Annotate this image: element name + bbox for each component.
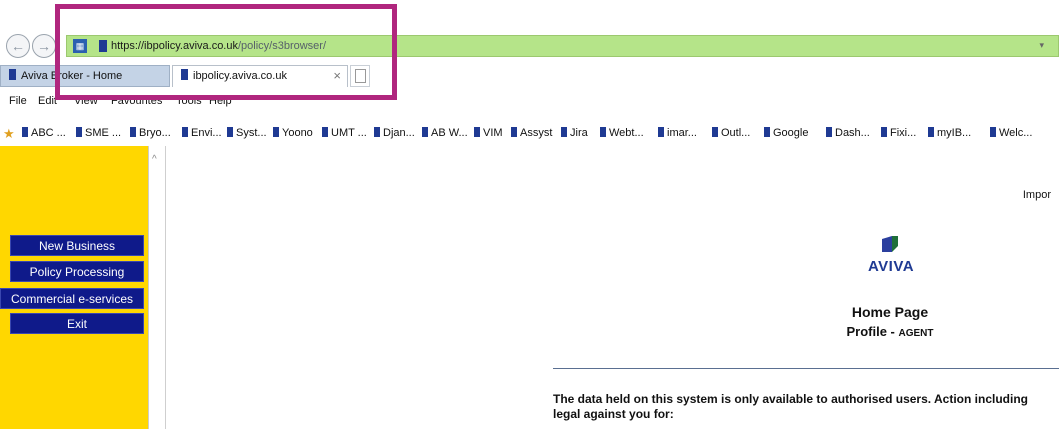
fav-item[interactable]: Google [764, 127, 808, 139]
fav-item[interactable]: VIM [474, 127, 503, 139]
fav-item[interactable]: Syst... [227, 127, 267, 139]
fav-icon [658, 127, 664, 137]
fav-item[interactable]: Dash... [826, 127, 870, 139]
aviva-brand-text: AVIVA [867, 258, 915, 275]
fav-item[interactable]: Outl... [712, 127, 750, 139]
fav-item[interactable]: Fixi... [881, 127, 916, 139]
forward-icon[interactable]: → [32, 34, 56, 58]
important-link[interactable]: Impor [1023, 189, 1051, 201]
profile-label: Profile - [846, 324, 899, 339]
policy-processing-button[interactable]: Policy Processing [10, 261, 144, 282]
fav-icon [764, 127, 770, 137]
fav-item[interactable]: Webt... [600, 127, 644, 139]
fav-item[interactable]: Welc... [990, 127, 1032, 139]
fav-icon [990, 127, 996, 137]
fav-icon [182, 127, 188, 137]
fav-icon [374, 127, 380, 137]
browser-chrome: ← → ▦ https://ibpolicy.aviva.co.uk/polic… [0, 0, 1059, 146]
aviva-logo-icon [882, 236, 898, 252]
fav-icon [22, 127, 28, 137]
fav-item[interactable]: UMT ... [322, 127, 367, 139]
fav-icon [422, 127, 428, 137]
fav-icon [511, 127, 517, 137]
fav-icon [928, 127, 934, 137]
sidebar-scrollbar[interactable]: ^ [148, 146, 166, 429]
legal-notice: The data held on this system is only ava… [553, 392, 1028, 421]
page-title: Home Page [851, 304, 929, 320]
fav-icon [322, 127, 328, 137]
fav-icon [130, 127, 136, 137]
fav-icon [227, 127, 233, 137]
fav-item[interactable]: ABC ... [22, 127, 66, 139]
address-dropdown-icon[interactable]: ▾ [1039, 40, 1044, 51]
fav-icon [76, 127, 82, 137]
fav-icon [561, 127, 567, 137]
fav-item[interactable]: myIB... [928, 127, 971, 139]
fav-icon [474, 127, 480, 137]
divider [553, 368, 1059, 369]
fav-item[interactable]: Djan... [374, 127, 415, 139]
tab-favicon-icon [9, 69, 16, 80]
fav-item[interactable]: AB W... [422, 127, 468, 139]
favourites-bar: ★ ABC ... SME ... Bryo... Envi... Syst..… [0, 124, 1059, 144]
profile-value: AGENT [898, 328, 934, 339]
new-business-button[interactable]: New Business [10, 235, 144, 256]
back-icon[interactable]: ← [6, 34, 30, 58]
fav-icon [600, 127, 606, 137]
fav-icon [826, 127, 832, 137]
profile-line: Profile - AGENT [800, 324, 980, 339]
fav-item[interactable]: Yoono [273, 127, 313, 139]
fav-icon [273, 127, 279, 137]
favourites-star-icon[interactable]: ★ [3, 126, 15, 142]
fav-item[interactable]: Jira [561, 127, 588, 139]
menu-file[interactable]: File [9, 95, 27, 107]
fav-icon [881, 127, 887, 137]
commercial-e-services-button[interactable]: Commercial e-services [0, 288, 144, 309]
fav-item[interactable]: SME ... [76, 127, 121, 139]
fav-item[interactable]: imar... [658, 127, 697, 139]
sidebar: New Business Policy Processing Commercia… [0, 146, 148, 429]
exit-button[interactable]: Exit [10, 313, 144, 334]
highlight-annotation-box [55, 4, 397, 100]
fav-item[interactable]: Bryo... [130, 127, 171, 139]
scroll-up-icon[interactable]: ^ [152, 154, 157, 165]
fav-item[interactable]: Assyst [511, 127, 552, 139]
fav-item[interactable]: Envi... [182, 127, 222, 139]
fav-icon [712, 127, 718, 137]
